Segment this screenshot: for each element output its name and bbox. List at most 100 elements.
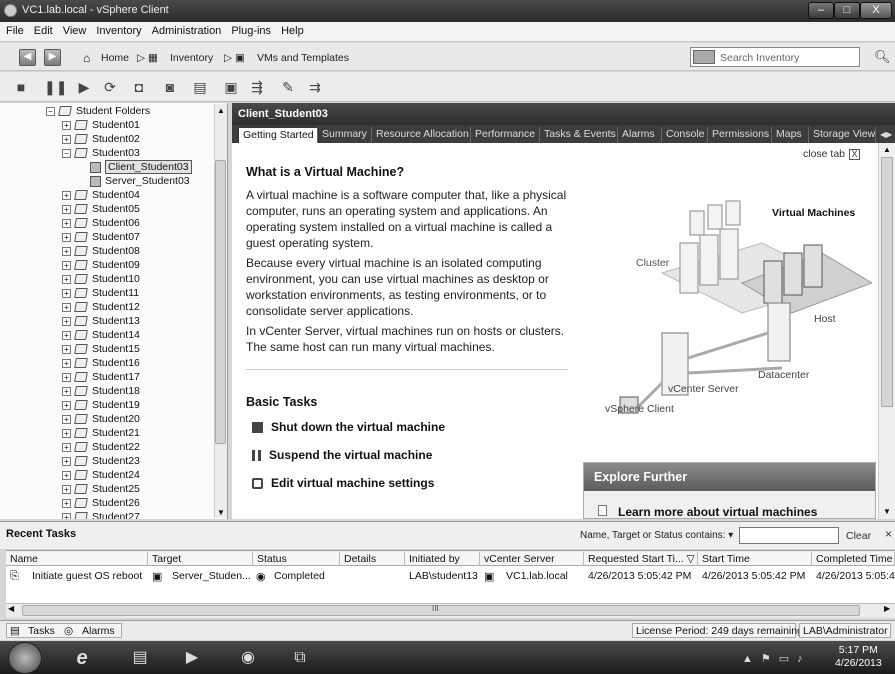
clone-icon[interactable]: ⇉ [306, 78, 324, 96]
col-name[interactable]: Name [6, 552, 148, 566]
cell-target[interactable]: Server_Studen... [172, 570, 252, 582]
tree-node-folder[interactable]: + Student04 [62, 188, 140, 202]
col-requested-start[interactable]: Requested Start Ti... ▽ [584, 552, 698, 566]
tree-node-folder[interactable]: + Student20 [62, 412, 140, 426]
clear-button[interactable]: Clear [846, 530, 871, 542]
tree-node-folder[interactable]: + Student05 [62, 202, 140, 216]
task-shut-down[interactable]: Shut down the virtual machine [252, 420, 445, 434]
expand-icon[interactable]: + [62, 400, 71, 410]
expand-icon[interactable]: + [62, 498, 71, 508]
table-row[interactable]: ⎘ Initiate guest OS reboot ▣ Server_Stud… [6, 566, 895, 586]
tree-node-folder[interactable]: + Student24 [62, 468, 140, 482]
expand-icon[interactable]: + [62, 120, 71, 130]
scroll-down-icon[interactable]: ▼ [883, 507, 891, 516]
forward-button[interactable]: ▶ [44, 49, 61, 66]
breadcrumb-inventory[interactable]: Inventory [170, 52, 213, 64]
task-suspend[interactable]: Suspend the virtual machine [252, 448, 432, 462]
vsphere-client-taskbar-icon[interactable]: ◉ [228, 644, 268, 672]
menu-plugins[interactable]: Plug-ins [225, 22, 275, 37]
content-scrollbar-thumb[interactable] [881, 157, 893, 407]
expand-icon[interactable]: + [62, 414, 71, 424]
col-completed-time[interactable]: Completed Time [812, 552, 895, 566]
content-scrollbar[interactable]: ▲ ▼ [878, 143, 895, 519]
collapse-icon[interactable]: − [62, 148, 71, 158]
col-target[interactable]: Target [148, 552, 253, 566]
tree-scrollbar-thumb[interactable] [215, 160, 226, 444]
task-edit-settings[interactable]: Edit virtual machine settings [252, 476, 434, 490]
remote-console-icon[interactable]: ⧉ [280, 644, 320, 672]
tree-node-folder[interactable]: + Student16 [62, 356, 140, 370]
tab-console[interactable]: Console [661, 127, 709, 143]
snapshot-icon[interactable]: ◘ [130, 78, 148, 96]
expand-icon[interactable]: + [62, 218, 71, 228]
col-status[interactable]: Status [253, 552, 340, 566]
menu-view[interactable]: View [57, 22, 91, 37]
expand-icon[interactable]: + [62, 260, 71, 270]
menu-administration[interactable]: Administration [146, 22, 226, 37]
tree-node-folder[interactable]: + Student01 [62, 118, 140, 132]
tree-node-folder[interactable]: + Student21 [62, 426, 140, 440]
reset-icon[interactable]: ⟳ [101, 78, 119, 96]
expand-icon[interactable]: + [62, 274, 71, 284]
expand-icon[interactable]: + [62, 372, 71, 382]
edit-settings-icon[interactable]: ✎ [279, 78, 297, 96]
col-details[interactable]: Details [340, 552, 405, 566]
tree-node-folder[interactable]: − Student03 [62, 146, 140, 160]
collapse-icon[interactable]: − [46, 106, 55, 116]
menu-help[interactable]: Help [275, 22, 308, 37]
file-explorer-icon[interactable]: ▤ [120, 644, 160, 672]
tree-node-folder[interactable]: + Student07 [62, 230, 140, 244]
cell-vcenter-server[interactable]: VC1.lab.local [506, 570, 582, 582]
media-player-icon[interactable]: ▶ [172, 644, 212, 672]
tab-scroll-icon[interactable]: ◀▶ [875, 127, 895, 143]
expand-icon[interactable]: + [62, 330, 71, 340]
tab-storage-view[interactable]: Storage View [808, 127, 879, 143]
tree-node-folder[interactable]: + Student18 [62, 384, 140, 398]
expand-icon[interactable]: + [62, 428, 71, 438]
learn-more-link[interactable]: Learn more about virtual machines [618, 505, 817, 519]
tasks-status-button[interactable]: Tasks [28, 625, 55, 637]
tree-node-folder[interactable]: + Student06 [62, 216, 140, 230]
tree-node-folder[interactable]: + Student12 [62, 300, 140, 314]
alarms-status-button[interactable]: Alarms [82, 625, 115, 637]
expand-icon[interactable]: + [62, 302, 71, 312]
console-icon[interactable]: ▣ [222, 78, 240, 96]
tab-tasks-events[interactable]: Tasks & Events [539, 127, 620, 143]
close-recent-tasks-icon[interactable]: × [885, 527, 892, 541]
start-button[interactable] [8, 642, 42, 674]
tab-getting-started[interactable]: Getting Started [238, 127, 319, 143]
tree-node-folder[interactable]: + Student13 [62, 314, 140, 328]
scroll-left-icon[interactable]: ◀ [8, 604, 14, 613]
expand-icon[interactable]: + [62, 512, 71, 519]
tree-node-vm[interactable]: Server_Student03 [90, 174, 190, 188]
tree-node-folder[interactable]: + Student22 [62, 440, 140, 454]
tab-permissions[interactable]: Permissions [707, 127, 773, 143]
tree-node-folder[interactable]: + Student17 [62, 370, 140, 384]
close-tab-link[interactable]: close tab X [803, 148, 861, 160]
tree-node-folder[interactable]: + Student09 [62, 258, 140, 272]
revert-snapshot-icon[interactable]: ◙ [161, 78, 179, 96]
scroll-up-icon[interactable]: ▲ [217, 106, 225, 115]
filter-label[interactable]: Name, Target or Status contains: ▾ [580, 530, 733, 541]
tree-node-folder[interactable]: + Student25 [62, 482, 140, 496]
taskbar-clock[interactable]: 5:17 PM 4/26/2013 [835, 644, 882, 670]
breadcrumb-vms-and-templates[interactable]: VMs and Templates [257, 52, 349, 64]
expand-icon[interactable]: + [62, 470, 71, 480]
menu-inventory[interactable]: Inventory [90, 22, 145, 37]
filter-input[interactable] [739, 527, 839, 544]
menu-file[interactable]: File [0, 22, 28, 37]
power-off-icon[interactable]: ■ [12, 78, 30, 96]
back-button[interactable]: ◀ [19, 49, 36, 66]
search-icon[interactable]: 🔍︎ [874, 49, 891, 65]
search-scope-icon[interactable] [693, 50, 715, 64]
expand-icon[interactable]: + [62, 484, 71, 494]
tab-performance[interactable]: Performance [470, 127, 539, 143]
maximize-button[interactable]: □ [834, 2, 860, 19]
internet-explorer-icon[interactable]: e [62, 644, 102, 672]
tasks-scrollbar-thumb[interactable] [22, 605, 860, 616]
power-on-icon[interactable]: ▶ [75, 78, 93, 96]
expand-icon[interactable]: + [62, 386, 71, 396]
expand-icon[interactable]: + [62, 246, 71, 256]
tab-maps[interactable]: Maps [771, 127, 806, 143]
tree-node-folder[interactable]: + Student15 [62, 342, 140, 356]
